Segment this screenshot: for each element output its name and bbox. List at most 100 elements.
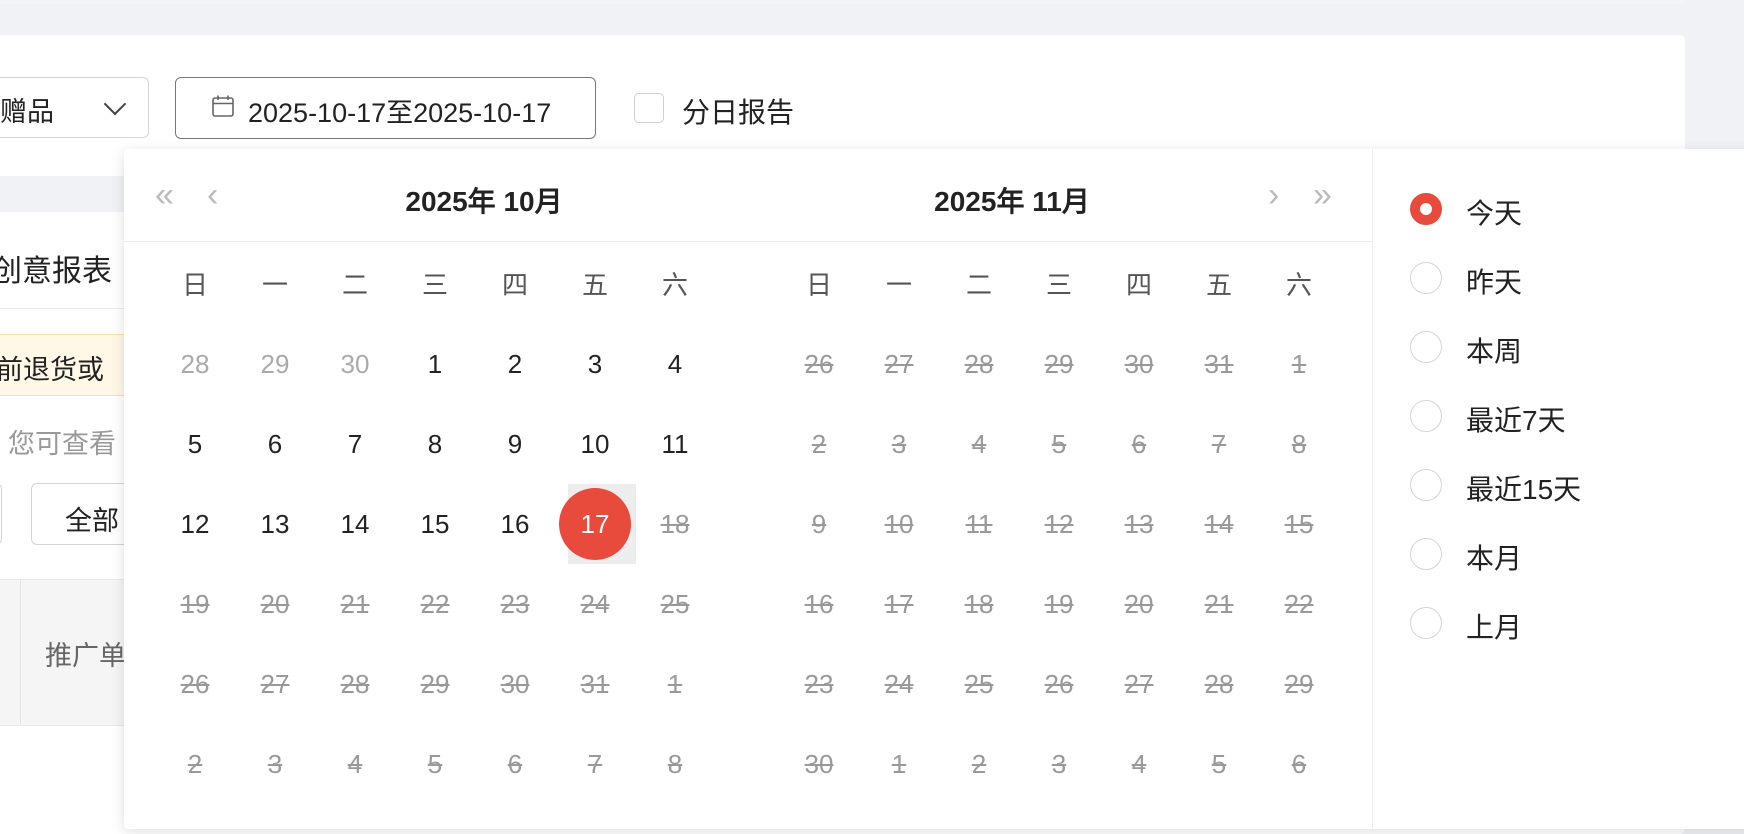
calendar-icon [212, 95, 234, 117]
preset-radio[interactable] [1410, 331, 1442, 363]
right-calendar-day: 15 [1284, 509, 1314, 539]
left-calendar-day: 25 [660, 589, 690, 619]
left-calendar-day[interactable]: 14 [325, 504, 385, 544]
right-calendar-day: 27 [1124, 669, 1154, 699]
next-month-icon[interactable]: › [1268, 178, 1279, 212]
left-calendar-day: 8 [667, 749, 683, 779]
preset-label[interactable]: 今天 [1466, 192, 1522, 232]
left-calendar-day[interactable]: 13 [245, 504, 305, 544]
preset-label[interactable]: 上月 [1466, 606, 1522, 646]
left-calendar-day[interactable]: 11 [645, 424, 705, 464]
left-calendar-day: 7 [587, 749, 603, 779]
left-calendar-day[interactable]: 15 [405, 504, 465, 544]
right-calendar-day: 1 [1291, 349, 1307, 379]
table-column-header: 推广单 [45, 641, 126, 671]
warning-text: 前退货或 [0, 355, 104, 385]
top-strip [0, 0, 1690, 4]
preset-label[interactable]: 本周 [1466, 330, 1522, 370]
left-calendar-day: 30 [500, 669, 530, 699]
left-weekday-header: 三 [421, 270, 448, 300]
left-calendar-day: 24 [580, 589, 610, 619]
right-calendar-day: 17 [884, 589, 914, 619]
section-divider [0, 308, 130, 309]
left-calendar-day[interactable]: 30 [325, 344, 385, 384]
left-calendar-day: 19 [180, 589, 210, 619]
right-calendar-day: 5 [1211, 749, 1227, 779]
right-calendar-day: 8 [1291, 429, 1307, 459]
prev-month-icon[interactable]: ‹ [207, 178, 218, 212]
daily-report-label[interactable]: 分日报告 [682, 91, 794, 131]
date-range-text: 2025-10-17至2025-10-17 [248, 98, 552, 128]
left-calendar-day: 21 [340, 589, 370, 619]
left-calendar-day: 3 [267, 749, 283, 779]
left-calendar-day: 28 [340, 669, 370, 699]
left-calendar-day[interactable]: 29 [245, 344, 305, 384]
right-weekday-header: 一 [885, 270, 912, 300]
right-calendar-day: 28 [1204, 669, 1234, 699]
left-calendar-day[interactable]: 1 [405, 344, 465, 384]
preset-radio[interactable] [1410, 193, 1442, 225]
section-title: 创意报表 [0, 255, 112, 288]
preset-radio[interactable] [1410, 262, 1442, 294]
preset-radio[interactable] [1410, 538, 1442, 570]
right-calendar-day: 14 [1204, 509, 1234, 539]
left-calendar-day[interactable]: 8 [405, 424, 465, 464]
left-calendar-day[interactable]: 28 [165, 344, 225, 384]
table-column-divider [20, 579, 21, 724]
right-weekday-header: 五 [1205, 270, 1232, 300]
right-calendar-day: 30 [804, 749, 834, 779]
left-calendar-day: 29 [420, 669, 450, 699]
section-gap [0, 176, 130, 212]
preset-radio[interactable] [1410, 607, 1442, 639]
right-calendar-day: 2 [971, 749, 987, 779]
left-calendar-day[interactable]: 3 [565, 344, 625, 384]
right-calendar-day: 27 [884, 349, 914, 379]
left-calendar-day[interactable]: 9 [485, 424, 545, 464]
left-weekday-header: 四 [501, 270, 528, 300]
preset-label[interactable]: 最近7天 [1466, 399, 1566, 439]
left-calendar-day: 27 [260, 669, 290, 699]
preset-radio[interactable] [1410, 400, 1442, 432]
right-calendar-day: 12 [1044, 509, 1074, 539]
left-calendar-day[interactable]: 17 [565, 504, 625, 544]
right-calendar-day: 4 [971, 429, 987, 459]
right-calendar-day: 5 [1051, 429, 1067, 459]
left-month-title: 2025年 10月 [405, 186, 563, 217]
prev-year-icon[interactable]: « [155, 178, 174, 212]
right-calendar-day: 1 [891, 749, 907, 779]
preset-label[interactable]: 昨天 [1466, 261, 1522, 301]
left-calendar-day[interactable]: 4 [645, 344, 705, 384]
left-calendar-day[interactable]: 6 [245, 424, 305, 464]
left-calendar-day: 31 [580, 669, 610, 699]
right-calendar-day: 29 [1044, 349, 1074, 379]
left-calendar-day[interactable]: 5 [165, 424, 225, 464]
left-calendar-day: 2 [187, 749, 203, 779]
daily-report-checkbox[interactable] [634, 93, 664, 123]
left-weekday-header: 二 [341, 270, 368, 300]
right-calendar-day: 21 [1204, 589, 1234, 619]
right-calendar-day: 6 [1291, 749, 1307, 779]
right-calendar-day: 7 [1211, 429, 1227, 459]
preset-label[interactable]: 本月 [1466, 537, 1522, 577]
right-calendar-day: 22 [1284, 589, 1314, 619]
right-calendar-day: 10 [884, 509, 914, 539]
picker-header-divider [124, 241, 1372, 242]
left-calendar-day[interactable]: 2 [485, 344, 545, 384]
left-calendar-day[interactable]: 10 [565, 424, 625, 464]
right-calendar-day: 3 [1051, 749, 1067, 779]
next-year-icon[interactable]: » [1313, 178, 1332, 212]
right-calendar-day: 23 [804, 669, 834, 699]
left-calendar-day[interactable]: 7 [325, 424, 385, 464]
preset-label[interactable]: 最近15天 [1466, 468, 1581, 508]
filter-button-edge[interactable] [0, 483, 2, 545]
preset-radio[interactable] [1410, 469, 1442, 501]
left-calendar-day[interactable]: 16 [485, 504, 545, 544]
right-calendar-day: 4 [1131, 749, 1147, 779]
right-calendar-day: 30 [1124, 349, 1154, 379]
gift-select-value: 赠品 [0, 97, 54, 127]
left-weekday-header: 五 [581, 270, 608, 300]
left-calendar-day: 18 [660, 509, 690, 539]
right-calendar-day: 19 [1044, 589, 1074, 619]
left-calendar-day[interactable]: 12 [165, 504, 225, 544]
left-calendar-day: 5 [427, 749, 443, 779]
